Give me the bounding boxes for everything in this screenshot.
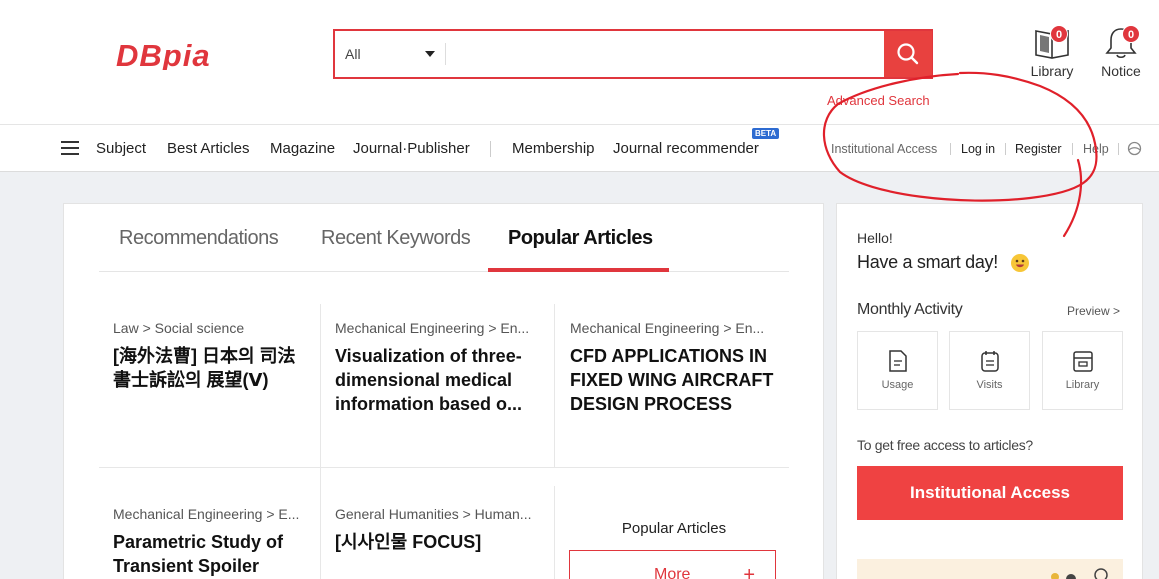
article-title: [海外法曹] 日本의 司法書士訴訟의 展望(Ⅴ) xyxy=(113,346,296,390)
nav-item-best-articles[interactable]: Best Articles xyxy=(167,140,250,157)
article-card[interactable]: Law > Social science [海外法曹] 日本의 司法書士訴訟의 … xyxy=(113,320,308,392)
grid-divider xyxy=(554,486,555,579)
article-category: Law > Social science xyxy=(113,320,245,336)
search-icon xyxy=(897,43,919,65)
more-button[interactable]: More + xyxy=(569,550,776,579)
library-label: Library xyxy=(1030,63,1074,79)
monthly-activity-title: Monthly Activity xyxy=(857,301,963,318)
grid-divider xyxy=(320,304,321,579)
dbpia-logo[interactable]: DBpia xyxy=(116,40,291,70)
search-scope-select[interactable]: All xyxy=(335,31,445,77)
nav-item-subject[interactable]: Subject xyxy=(96,140,146,157)
activity-usage[interactable]: Usage xyxy=(857,331,938,410)
tab-recent-keywords[interactable]: Recent Keywords xyxy=(321,227,471,250)
notice-button[interactable]: 0 Notice xyxy=(1091,25,1151,79)
institutional-access-link[interactable]: Institutional Access xyxy=(831,142,937,156)
user-side-panel: Hello! Have a smart day! Monthly Activit… xyxy=(836,203,1143,579)
activity-visits-label: Visits xyxy=(976,379,1003,391)
library-button[interactable]: 0 Library xyxy=(1022,25,1082,79)
caret-down-icon xyxy=(425,51,435,57)
article-category: General Humanities > Human... xyxy=(335,506,532,522)
library-count-badge: 0 xyxy=(1050,25,1068,43)
clipboard-icon xyxy=(980,351,999,372)
article-card[interactable]: Mechanical Engineering > E... Parametric… xyxy=(113,506,313,578)
tab-recommendations[interactable]: Recommendations xyxy=(119,227,279,250)
preview-link[interactable]: Preview > xyxy=(1067,304,1120,318)
article-card[interactable]: Mechanical Engineering > En... CFD APPLI… xyxy=(570,320,780,416)
hamburger-menu-icon[interactable] xyxy=(61,141,79,155)
greeting-text: Have a smart day! xyxy=(857,252,1030,273)
article-category: Mechanical Engineering > En... xyxy=(335,320,530,336)
article-card[interactable]: Mechanical Engineering > En... Visualiza… xyxy=(335,320,545,416)
active-tab-indicator xyxy=(488,268,669,272)
login-link[interactable]: Log in xyxy=(961,142,995,156)
article-title: CFD APPLICATIONS IN FIXED WING AIRCRAFT … xyxy=(570,346,774,414)
help-link[interactable]: Help xyxy=(1083,142,1109,156)
more-button-label: More xyxy=(654,566,691,579)
archive-box-icon xyxy=(1072,351,1093,372)
notice-count-badge: 0 xyxy=(1122,25,1140,43)
greeting-label: Have a smart day! xyxy=(857,252,998,272)
article-category: Mechanical Engineering > E... xyxy=(113,506,300,522)
banner-illustration-icon xyxy=(1051,568,1108,579)
search-bar: All xyxy=(333,29,933,79)
grid-divider xyxy=(554,304,555,468)
nav-divider xyxy=(490,141,491,157)
article-title: Visualization of three-dimensional medic… xyxy=(335,346,523,414)
article-title: Parametric Study of Transient Spoiler xyxy=(113,532,284,576)
nav-item-journal-recommender[interactable]: Journal recommender xyxy=(613,140,759,157)
grid-divider xyxy=(99,467,789,468)
utility-divider xyxy=(950,143,951,155)
language-globe-icon[interactable] xyxy=(1127,141,1142,156)
nav-item-journal-publisher[interactable]: Journal·Publisher xyxy=(353,140,470,157)
beta-badge: BETA xyxy=(752,128,780,139)
utility-divider xyxy=(1005,143,1006,155)
free-access-text: To get free access to articles? xyxy=(857,437,1033,453)
article-title: [시사인물 FOCUS] xyxy=(335,532,482,552)
search-button[interactable] xyxy=(884,31,932,77)
tab-popular-articles[interactable]: Popular Articles xyxy=(508,227,653,250)
nav-item-magazine[interactable]: Magazine xyxy=(270,140,335,157)
main-nav: Subject Best Articles Magazine Journal·P… xyxy=(0,124,1159,172)
popular-articles-label: Popular Articles xyxy=(621,520,727,537)
content-tabs: Recommendations Recent Keywords Popular … xyxy=(99,204,789,272)
article-card[interactable]: General Humanities > Human... [시사인물 FOCU… xyxy=(335,506,545,554)
svg-text:DBpia: DBpia xyxy=(116,40,211,70)
search-input[interactable] xyxy=(445,43,884,65)
promo-banner[interactable] xyxy=(857,559,1123,579)
header: DBpia All Advanced Search 0 Library 0 No… xyxy=(0,0,1159,124)
smiley-emoji-icon xyxy=(1010,253,1029,272)
utility-divider xyxy=(1072,143,1073,155)
plus-icon: + xyxy=(743,563,755,579)
activity-library[interactable]: Library xyxy=(1042,331,1123,410)
content-panel: Recommendations Recent Keywords Popular … xyxy=(63,203,824,579)
register-link[interactable]: Register xyxy=(1015,142,1062,156)
nav-item-membership[interactable]: Membership xyxy=(512,140,595,157)
institutional-access-button[interactable]: Institutional Access xyxy=(857,466,1123,520)
activity-library-label: Library xyxy=(1065,379,1100,391)
document-icon xyxy=(888,350,907,372)
article-category: Mechanical Engineering > En... xyxy=(570,320,765,336)
hello-text: Hello! xyxy=(857,230,893,246)
activity-visits[interactable]: Visits xyxy=(949,331,1030,410)
activity-usage-label: Usage xyxy=(881,379,914,391)
utility-divider xyxy=(1118,143,1119,155)
search-scope-value: All xyxy=(345,46,361,62)
notice-label: Notice xyxy=(1101,63,1141,79)
advanced-search-link[interactable]: Advanced Search xyxy=(827,93,930,108)
